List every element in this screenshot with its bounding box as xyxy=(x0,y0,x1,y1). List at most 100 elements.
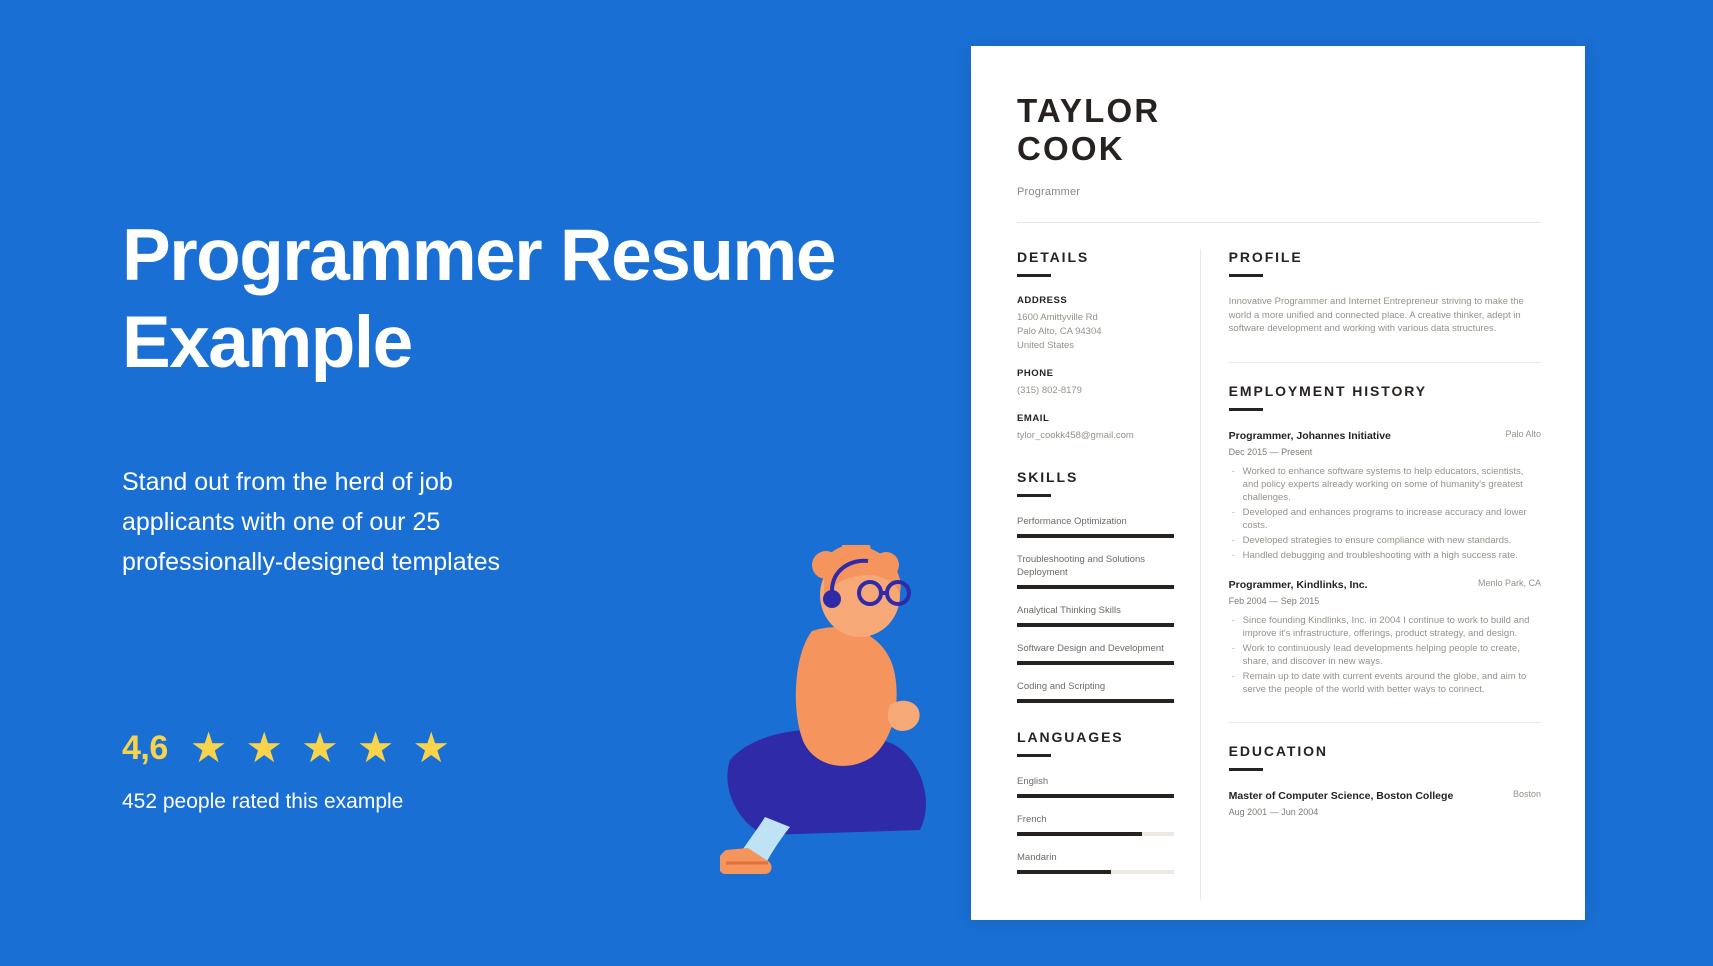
profile-text: Innovative Programmer and Internet Entre… xyxy=(1228,296,1524,334)
job-bullet: Handled debugging and troubleshooting wi… xyxy=(1229,549,1541,562)
job-bullet: Work to continuously lead developments h… xyxy=(1229,642,1541,668)
bar-track xyxy=(1017,623,1174,627)
bar-label: French xyxy=(1017,814,1047,825)
bar-track xyxy=(1017,832,1174,836)
bar-track xyxy=(1017,585,1174,589)
bar-label: Analytical Thinking Skills xyxy=(1017,605,1121,616)
languages-heading: LANGUAGES xyxy=(1017,729,1124,745)
phone-value: (315) 802-8179 xyxy=(1017,385,1082,396)
education-section: EDUCATION Master of Computer Science, Bo… xyxy=(1228,742,1541,817)
job-dates: Feb 2004 — Sep 2015 xyxy=(1228,595,1320,606)
bar-item: Analytical Thinking Skills xyxy=(1017,604,1174,627)
resume-name-line1: TAYLOR xyxy=(1017,92,1161,129)
resume-card: TAYLOR COOK Programmer DETAILS ADDRESS 1… xyxy=(971,46,1585,920)
section-divider xyxy=(1228,721,1541,723)
bar-fill xyxy=(1017,794,1174,798)
languages-list: English French Mandarin xyxy=(1017,775,1174,874)
rating-caption: 452 people rated this example xyxy=(122,790,404,813)
bar-item: Software Design and Development xyxy=(1017,642,1174,665)
bar-label: English xyxy=(1017,776,1049,787)
email-label: EMAIL xyxy=(1017,413,1050,424)
bar-item: English xyxy=(1017,775,1174,798)
job-location: Menlo Park, CA xyxy=(1477,577,1541,588)
job-bullet: Worked to enhance software systems to he… xyxy=(1229,465,1541,504)
details-heading: DETAILS xyxy=(1017,249,1090,265)
bar-track xyxy=(1017,794,1174,798)
section-divider xyxy=(1228,361,1541,363)
job-entry: Master of Computer Science, Boston Colle… xyxy=(1229,789,1541,817)
resume-job-title: Programmer xyxy=(1017,186,1081,198)
bar-item: Performance Optimization xyxy=(1017,515,1174,538)
profile-section: PROFILE Innovative Programmer and Intern… xyxy=(1228,249,1541,336)
bar-label: Coding and Scripting xyxy=(1017,681,1106,692)
bar-fill xyxy=(1017,870,1111,874)
job-bullet: Since founding Kindlinks, Inc. in 2004 I… xyxy=(1229,614,1541,640)
skills-list: Performance Optimization Troubleshooting… xyxy=(1017,515,1174,703)
bar-label: Software Design and Development xyxy=(1017,643,1164,654)
section-rule xyxy=(1017,274,1051,277)
job-entry: Programmer, Johannes Initiative Palo Alt… xyxy=(1229,429,1541,562)
employment-section: EMPLOYMENT HISTORY Programmer, Johannes … xyxy=(1228,382,1541,696)
address-label: ADDRESS xyxy=(1017,295,1068,306)
job-bullet: Remain up to date with current events ar… xyxy=(1229,670,1541,696)
bar-fill xyxy=(1017,585,1174,589)
job-location: Palo Alto xyxy=(1505,428,1541,439)
employment-list: Programmer, Johannes Initiative Palo Alt… xyxy=(1229,429,1541,696)
bar-label: Performance Optimization xyxy=(1017,516,1127,527)
details-section: DETAILS ADDRESS 1600 Amittyville Rd Palo… xyxy=(1017,249,1174,443)
bar-fill xyxy=(1017,832,1143,836)
bar-fill xyxy=(1017,534,1174,538)
header-divider xyxy=(1017,222,1541,223)
job-title: Programmer, Johannes Initiative xyxy=(1228,429,1391,442)
resume-main: PROFILE Innovative Programmer and Intern… xyxy=(1199,249,1541,900)
job-dates: Dec 2015 — Present xyxy=(1228,446,1313,457)
profile-heading: PROFILE xyxy=(1228,249,1303,265)
rating-row: 4,6 ★ ★ ★ ★ ★ xyxy=(122,727,454,769)
page-title: Programmer Resume Example xyxy=(122,215,836,383)
email-value: tylor_cookk458@gmail.com xyxy=(1017,430,1134,441)
section-rule xyxy=(1017,494,1051,497)
bar-fill xyxy=(1017,699,1174,703)
bar-fill xyxy=(1017,661,1174,665)
resume-name-line2: COOK xyxy=(1017,130,1125,167)
bar-label: Mandarin xyxy=(1017,852,1057,863)
promo-subtext: Stand out from the herd of job applicant… xyxy=(122,468,500,576)
bar-item: Coding and Scripting xyxy=(1017,680,1174,703)
star-icon: ★ xyxy=(189,724,228,771)
job-entry: Programmer, Kindlinks, Inc. Menlo Park, … xyxy=(1229,578,1541,696)
job-bullet: Developed and enhances programs to incre… xyxy=(1229,506,1541,532)
job-bullets: Since founding Kindlinks, Inc. in 2004 I… xyxy=(1229,614,1541,696)
bar-label: Troubleshooting and Solutions Deployment xyxy=(1017,554,1145,578)
section-rule xyxy=(1228,767,1263,771)
job-header: Master of Computer Science, Boston Colle… xyxy=(1229,789,1541,803)
section-rule xyxy=(1017,754,1051,757)
resume-columns: DETAILS ADDRESS 1600 Amittyville Rd Palo… xyxy=(1017,249,1541,900)
bar-track xyxy=(1017,870,1174,874)
person-illustration xyxy=(720,545,926,874)
job-dates: Aug 2001 — Jun 2004 xyxy=(1228,806,1319,817)
bar-track xyxy=(1017,661,1174,665)
rating-score: 4,6 xyxy=(122,728,168,767)
job-bullets: Worked to enhance software systems to he… xyxy=(1229,465,1541,562)
promo-panel: Programmer Resume Example Stand out from… xyxy=(0,0,980,966)
job-header: Programmer, Kindlinks, Inc. Menlo Park, … xyxy=(1229,578,1541,592)
bar-track xyxy=(1017,699,1174,703)
education-heading: EDUCATION xyxy=(1228,742,1328,759)
star-icon: ★ xyxy=(412,724,451,771)
job-header: Programmer, Johannes Initiative Palo Alt… xyxy=(1229,429,1541,443)
section-rule xyxy=(1228,407,1263,411)
job-title: Programmer, Kindlinks, Inc. xyxy=(1228,578,1368,591)
bar-item: French xyxy=(1017,813,1174,836)
bar-item: Mandarin xyxy=(1017,851,1174,874)
languages-section: LANGUAGES English French Mandarin xyxy=(1017,729,1174,874)
address-value: 1600 Amittyville Rd Palo Alto, CA 94304 … xyxy=(1017,312,1102,351)
skills-section: SKILLS Performance Optimization Troubles… xyxy=(1017,469,1174,703)
employment-heading: EMPLOYMENT HISTORY xyxy=(1228,382,1427,399)
star-icon: ★ xyxy=(245,724,284,771)
bar-track xyxy=(1017,534,1174,538)
skills-heading: SKILLS xyxy=(1017,469,1079,485)
star-icon: ★ xyxy=(301,724,339,771)
job-location: Boston xyxy=(1512,788,1541,799)
resume-sidebar: DETAILS ADDRESS 1600 Amittyville Rd Palo… xyxy=(1017,249,1200,900)
bar-fill xyxy=(1017,623,1174,627)
